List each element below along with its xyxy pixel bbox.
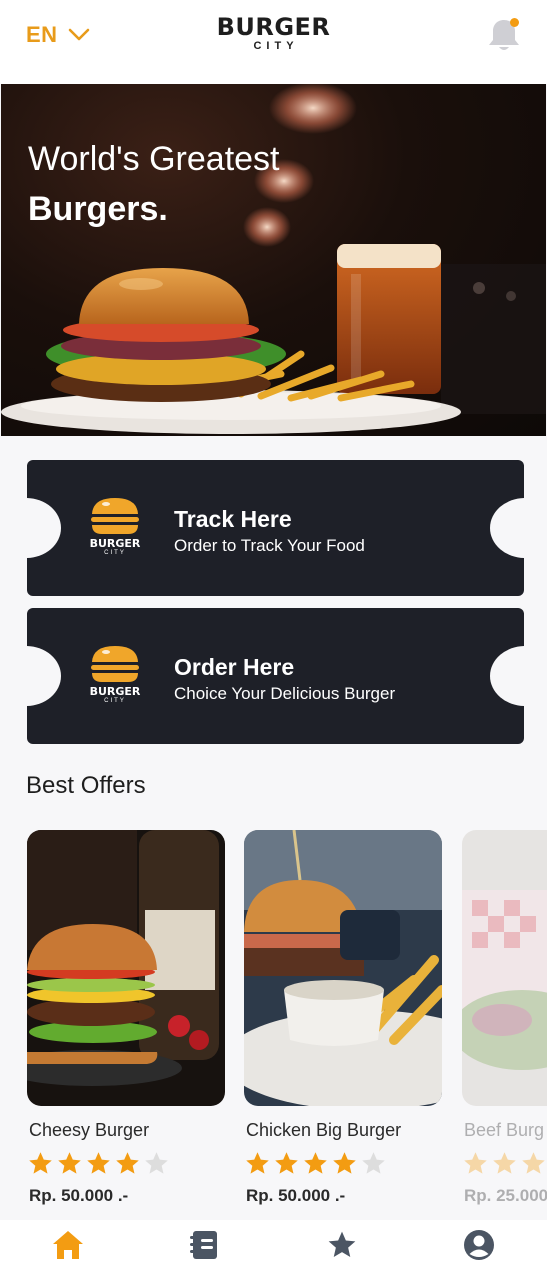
offer-price: Rp. 25.000 <box>464 1186 547 1205</box>
profile-icon <box>463 1229 494 1260</box>
burger-icon <box>91 498 139 534</box>
track-card-title: Track Here <box>174 506 292 532</box>
menu-book-icon <box>190 1230 218 1259</box>
star-filled-icon <box>464 1152 487 1174</box>
star-filled-icon <box>333 1152 356 1174</box>
star-filled-icon <box>29 1152 52 1174</box>
hero-title-line2: Burgers. <box>28 190 168 228</box>
card-logo-text: BURGER <box>89 537 141 550</box>
star-filled-icon <box>304 1152 327 1174</box>
star-filled-icon <box>246 1152 269 1174</box>
chicken-burger-image <box>244 830 442 1106</box>
card-logo: BURGER CITY <box>87 496 143 560</box>
star-filled-icon <box>116 1152 139 1174</box>
rating-stars <box>244 1150 387 1177</box>
top-header: EN BURGER CITY <box>0 0 547 84</box>
nav-favorites[interactable] <box>318 1225 366 1265</box>
track-order-card[interactable]: BURGER CITY Track Here Order to Track Yo… <box>27 460 524 596</box>
brand-logo: BURGER CITY <box>0 14 547 52</box>
rating-stars <box>27 1150 170 1177</box>
offer-name: Chicken Big Burger <box>246 1120 402 1140</box>
offer-price: Rp. 50.000 .- <box>29 1186 129 1205</box>
notification-dot <box>510 18 519 27</box>
star-filled-icon <box>87 1152 110 1174</box>
offer-image <box>27 830 225 1106</box>
brand-logo-sub: CITY <box>253 40 299 52</box>
offer-image <box>244 830 442 1106</box>
nav-menu[interactable] <box>181 1225 229 1265</box>
offer-name: Beef Burg <box>464 1120 545 1140</box>
offer-card[interactable]: Beef Burg Rp. 25.000 <box>462 830 547 1205</box>
bottom-navigation <box>0 1220 547 1269</box>
card-logo: BURGER CITY <box>87 644 143 708</box>
ticket-notch <box>27 646 61 706</box>
ticket-notch <box>490 498 524 558</box>
order-card-subtitle: Choice Your Delicious Burger <box>174 684 396 703</box>
star-filled-icon <box>58 1152 81 1174</box>
notification-button[interactable] <box>484 16 524 56</box>
offer-card[interactable]: Chicken Big Burger Rp. 50.000 .- <box>244 830 442 1205</box>
rating-stars <box>462 1150 547 1177</box>
star-icon <box>328 1231 356 1257</box>
card-logo-sub: CITY <box>104 550 126 556</box>
star-filled-icon <box>493 1152 516 1174</box>
ticket-notch <box>490 646 524 706</box>
order-card[interactable]: BURGER CITY Order Here Choice Your Delic… <box>27 608 524 744</box>
beef-burger-image <box>462 830 547 1106</box>
card-logo-sub: CITY <box>104 698 126 704</box>
home-icon <box>53 1230 84 1259</box>
order-card-title: Order Here <box>174 654 295 680</box>
offer-price: Rp. 50.000 .- <box>246 1186 346 1205</box>
best-offers-heading: Best Offers <box>26 772 146 799</box>
card-logo-text: BURGER <box>89 685 141 698</box>
offer-name: Cheesy Burger <box>29 1120 150 1140</box>
offer-card[interactable]: Cheesy Burger Rp. 50.000 .- <box>27 830 225 1205</box>
cheesy-burger-image <box>27 830 225 1106</box>
hero-banner: World's Greatest Burgers. <box>1 84 546 436</box>
nav-home[interactable] <box>44 1225 92 1265</box>
nav-profile[interactable] <box>455 1225 503 1265</box>
star-empty-icon <box>145 1152 168 1174</box>
hero-title: World's Greatest Burgers. <box>28 134 280 234</box>
star-filled-icon <box>275 1152 298 1174</box>
star-empty-icon <box>362 1152 385 1174</box>
app-screen: EN BURGER CITY World's Greatest Burgers.… <box>0 0 547 1269</box>
star-filled-icon <box>522 1152 545 1174</box>
ticket-notch <box>27 498 61 558</box>
offer-image <box>462 830 547 1106</box>
burger-icon <box>91 646 139 682</box>
hero-title-line1: World's Greatest <box>28 140 280 178</box>
track-card-subtitle: Order to Track Your Food <box>174 536 365 555</box>
brand-logo-main: BURGER <box>216 13 331 41</box>
